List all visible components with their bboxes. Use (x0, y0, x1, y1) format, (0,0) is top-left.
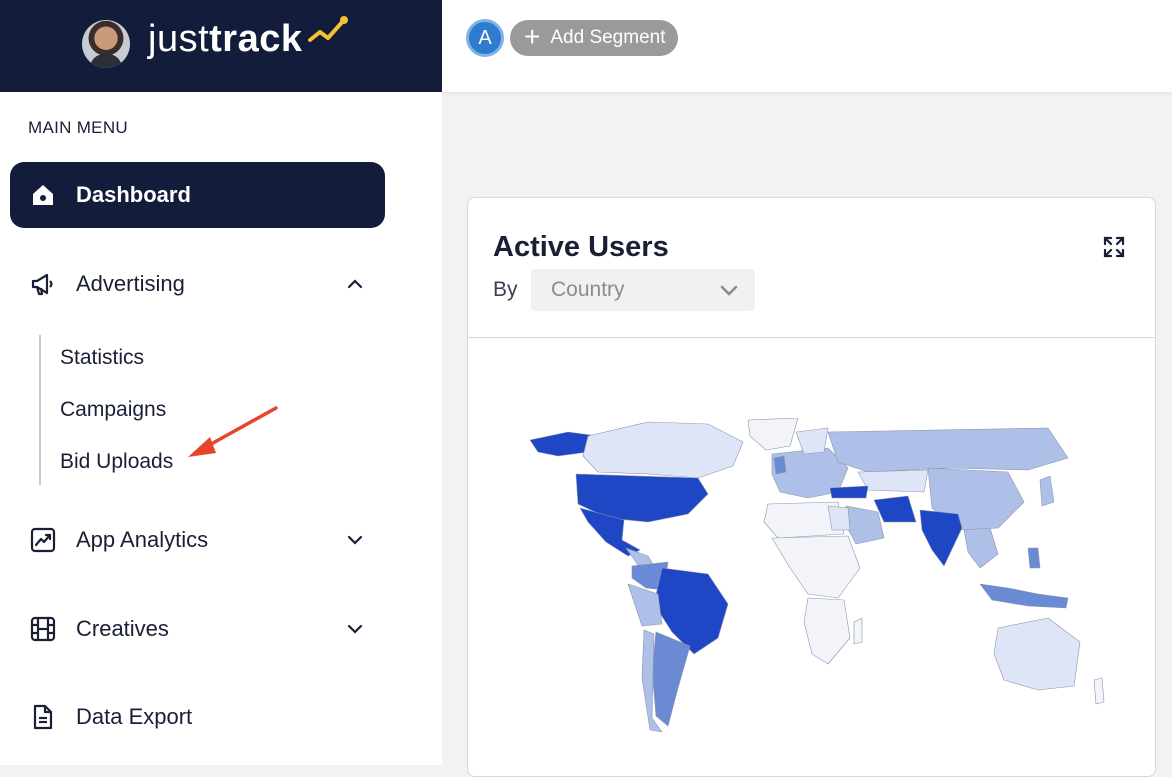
card-divider (468, 337, 1155, 338)
logo-check-icon (308, 16, 348, 42)
sidebar-item-dashboard[interactable]: Dashboard (10, 162, 385, 228)
document-icon (30, 704, 56, 730)
map-region-egypt (827, 505, 851, 531)
megaphone-icon (30, 271, 56, 297)
chevron-down-icon[interactable] (345, 619, 365, 639)
map-region-scandinavia (795, 427, 829, 455)
map-region-indonesia (979, 583, 1069, 609)
home-icon (30, 182, 56, 208)
sidebar: justtrack MAIN MENU Dashboard Advertisin… (0, 0, 442, 765)
logo-bold: track (209, 18, 303, 60)
map-region-philippines (1027, 547, 1041, 569)
card-title: Active Users (493, 231, 669, 263)
group-by-label: By (493, 278, 518, 301)
world-map (529, 418, 1105, 733)
group-by-select[interactable]: Country (531, 269, 755, 311)
map-region-saudi (843, 505, 885, 545)
main-menu-title: MAIN MENU (28, 118, 128, 137)
chart-icon (30, 527, 56, 553)
map-region-russia (827, 427, 1069, 473)
map-region-argentina (651, 631, 691, 727)
map-region-south-africa (803, 597, 851, 665)
chevron-down-icon[interactable] (345, 530, 365, 550)
map-region-turkey (829, 485, 869, 499)
map-region-new-zealand (1093, 677, 1105, 705)
map-region-canada (582, 421, 744, 479)
segment-a-badge[interactable]: A (466, 19, 504, 57)
map-region-australia (993, 617, 1081, 691)
sidebar-item-app-analytics[interactable]: App Analytics (10, 507, 385, 573)
sidebar-item-label: Data Export (76, 704, 193, 729)
sidebar-item-creatives[interactable]: Creatives (10, 596, 385, 662)
map-region-central-africa (771, 535, 861, 599)
map-region-kazakhstan (857, 469, 929, 493)
logo[interactable]: justtrack (148, 18, 302, 61)
film-icon (30, 616, 56, 642)
top-bar: A + Add Segment (442, 0, 1172, 92)
sidebar-item-label: Advertising (76, 271, 185, 296)
submenu-item-bid-uploads[interactable]: Bid Uploads (60, 450, 173, 474)
sidebar-item-advertising[interactable]: Advertising (10, 251, 385, 317)
map-region-uk (773, 455, 787, 475)
add-segment-button[interactable]: + Add Segment (510, 20, 678, 56)
plus-icon: + (524, 20, 541, 52)
map-region-southeast-asia (963, 527, 999, 569)
active-users-card: Active Users By Country (467, 197, 1156, 777)
map-region-japan (1039, 475, 1055, 507)
sidebar-item-label: Dashboard (76, 182, 191, 207)
logo-regular: just (148, 18, 210, 60)
chevron-up-icon[interactable] (345, 274, 365, 294)
annotation-arrow (188, 406, 278, 457)
submenu-rail (39, 335, 41, 485)
group-by-value: Country (551, 278, 625, 301)
avatar[interactable] (82, 20, 130, 68)
map-region-iran (873, 495, 917, 523)
chevron-down-icon (720, 285, 738, 296)
sidebar-item-label: App Analytics (76, 527, 209, 552)
map-region-india (919, 509, 963, 567)
brand-header: justtrack (0, 0, 442, 92)
submenu-item-campaigns[interactable]: Campaigns (60, 398, 166, 422)
sidebar-item-label: Creatives (76, 616, 169, 641)
map-region-madagascar (853, 617, 863, 645)
expand-icon[interactable] (1103, 236, 1125, 258)
sidebar-item-data-export[interactable]: Data Export (10, 684, 385, 750)
map-region-greenland (747, 418, 799, 451)
submenu-item-statistics[interactable]: Statistics (60, 346, 144, 370)
add-segment-label: Add Segment (550, 27, 666, 48)
